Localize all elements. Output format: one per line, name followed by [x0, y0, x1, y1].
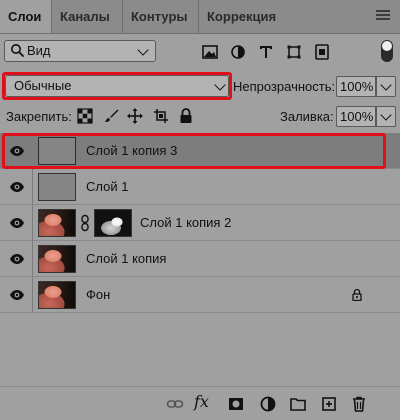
layer-mask-thumbnail[interactable] — [94, 209, 132, 237]
opacity-dropdown-button[interactable] — [376, 76, 396, 97]
lock-transparent-pixels-icon[interactable] — [76, 107, 94, 125]
link-layers-icon[interactable] — [166, 395, 184, 413]
new-layer-icon[interactable] — [320, 395, 338, 413]
eye-icon[interactable] — [9, 289, 25, 301]
layer-name: Слой 1 — [86, 179, 129, 194]
adjustment-layer-icon[interactable] — [259, 395, 277, 413]
tab-paths[interactable]: Контуры — [122, 0, 198, 33]
blend-mode-highlight — [2, 72, 232, 100]
chevron-down-icon — [380, 109, 392, 121]
filter-toggle[interactable] — [381, 40, 393, 62]
layer-row[interactable]: Фон — [0, 277, 400, 313]
lock-artboard-icon[interactable] — [152, 107, 170, 125]
lock-all-icon[interactable] — [177, 107, 195, 125]
chevron-down-icon — [137, 44, 149, 56]
layer-thumbnail — [38, 173, 76, 201]
tab-adjustments[interactable]: Коррекция — [198, 0, 286, 33]
chain-link-icon[interactable] — [80, 214, 90, 232]
layer-style-label: fx — [194, 392, 209, 411]
search-icon — [11, 44, 24, 57]
shape-filter-icon[interactable] — [285, 43, 303, 61]
eye-icon[interactable] — [9, 253, 25, 265]
layer-thumbnail — [38, 209, 76, 237]
lock-icon[interactable] — [352, 288, 362, 301]
lock-label: Закрепить: — [6, 109, 72, 124]
layer-name: Фон — [86, 287, 111, 302]
layer-name: Слой 1 копия 2 — [140, 215, 232, 230]
selected-layer-highlight — [2, 133, 386, 169]
lock-position-icon[interactable] — [126, 107, 144, 125]
lock-image-pixels-icon[interactable] — [102, 107, 120, 125]
layer-filter-select[interactable]: Вид — [4, 40, 156, 62]
layer-style-icon[interactable]: fx — [194, 393, 212, 411]
layer-filter-value: Вид — [27, 43, 51, 58]
delete-layer-icon[interactable] — [350, 395, 368, 413]
tab-channels[interactable]: Каналы — [52, 0, 122, 33]
tab-layers[interactable]: Слои — [0, 0, 52, 33]
new-group-icon[interactable] — [289, 395, 307, 413]
add-mask-icon[interactable] — [227, 395, 245, 413]
layer-row[interactable]: Слой 1 копия — [0, 241, 400, 277]
opacity-label: Непрозрачность: — [233, 79, 336, 94]
layer-name: Слой 1 копия — [86, 251, 167, 266]
layer-row[interactable]: Слой 1 — [0, 169, 400, 205]
image-filter-icon[interactable] — [201, 43, 219, 61]
layer-thumbnail — [38, 281, 76, 309]
panel-menu-icon[interactable] — [376, 10, 390, 22]
fill-label: Заливка: — [280, 109, 334, 124]
bottom-divider — [0, 386, 400, 387]
opacity-input[interactable]: 100% — [336, 76, 376, 97]
layer-row[interactable]: Слой 1 копия 2 — [0, 205, 400, 241]
chevron-down-icon — [380, 79, 392, 91]
layer-thumbnail — [38, 245, 76, 273]
adjustment-filter-icon[interactable] — [229, 43, 247, 61]
type-filter-icon[interactable] — [257, 43, 275, 61]
eye-icon[interactable] — [9, 217, 25, 229]
eye-icon[interactable] — [9, 181, 25, 193]
fill-dropdown-button[interactable] — [376, 106, 396, 127]
panel-tabs: Слои Каналы Контуры Коррекция — [0, 0, 400, 34]
opacity-value: 100% — [340, 79, 374, 94]
smart-object-filter-icon[interactable] — [313, 43, 331, 61]
fill-input[interactable]: 100% — [336, 106, 376, 127]
fill-value: 100% — [340, 109, 374, 124]
